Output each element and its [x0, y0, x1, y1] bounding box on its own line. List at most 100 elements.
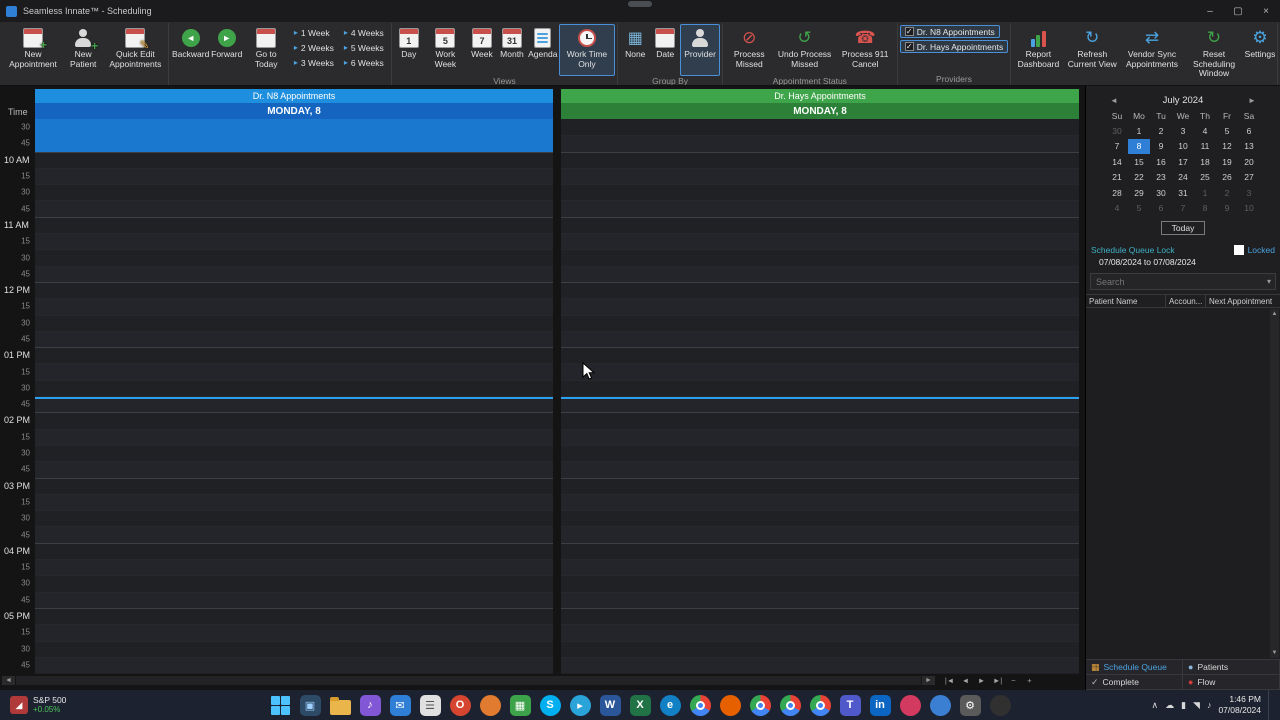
time-slot[interactable] — [561, 298, 1079, 315]
mini-cal-day[interactable]: 11 — [1194, 139, 1216, 155]
locked-checkbox[interactable] — [1233, 245, 1244, 255]
patient-list-scrollbar[interactable]: ▲ ▼ — [1270, 309, 1279, 658]
mini-cal-day[interactable]: 15 — [1128, 154, 1150, 170]
time-slot[interactable] — [35, 510, 553, 526]
time-slot[interactable] — [35, 624, 553, 641]
mini-cal-day[interactable]: 3 — [1238, 185, 1260, 201]
patient-table-col-2[interactable]: Next Appointment — [1206, 295, 1280, 307]
time-slot[interactable] — [35, 542, 553, 559]
time-slot[interactable] — [35, 607, 553, 624]
time-slot[interactable] — [35, 379, 553, 396]
mini-cal-day[interactable]: 13 — [1238, 139, 1260, 155]
one-week-button[interactable]: ▸ 1 Week — [291, 25, 337, 40]
zoom-out-button[interactable]: − — [1007, 676, 1020, 686]
mini-cal-day[interactable]: 27 — [1238, 170, 1260, 186]
time-slot[interactable] — [35, 330, 553, 348]
view-month-button[interactable]: 31 Month — [497, 24, 527, 76]
mini-cal-day[interactable]: 4 — [1194, 123, 1216, 139]
five-weeks-button[interactable]: ▸ 5 Weeks — [341, 40, 387, 55]
mini-cal-day[interactable]: 4 — [1106, 201, 1128, 217]
time-slot[interactable] — [35, 412, 553, 428]
mini-cal-day[interactable]: 8 — [1194, 201, 1216, 217]
time-slot[interactable] — [35, 477, 553, 494]
tab-flow[interactable]: ● Flow — [1183, 675, 1280, 690]
notepad-app[interactable]: ☰ — [418, 693, 442, 717]
mini-cal-day[interactable]: 28 — [1106, 185, 1128, 201]
two-weeks-button[interactable]: ▸ 2 Weeks — [291, 40, 337, 55]
prev-month-button[interactable]: ◄ — [1106, 96, 1122, 105]
mini-cal-day[interactable]: 21 — [1106, 170, 1128, 186]
time-slot[interactable] — [35, 298, 553, 315]
provider-n8-checkbox[interactable]: ✓ Dr. N8 Appointments — [899, 25, 1000, 38]
process-911-cancel-button[interactable]: ☎ Process 911 Cancel — [836, 24, 895, 76]
time-slot[interactable] — [561, 249, 1079, 265]
mini-cal-day[interactable]: 2 — [1216, 185, 1238, 201]
app-blue[interactable] — [928, 693, 952, 717]
mini-cal-day[interactable]: 10 — [1172, 139, 1194, 155]
chrome-browser[interactable] — [688, 693, 712, 717]
stock-widget[interactable]: ◢ S&P 500 +0.05% — [0, 690, 76, 720]
chrome-dev-browser[interactable] — [778, 693, 802, 717]
col-body-dr-n8[interactable] — [35, 119, 553, 674]
mini-cal-day[interactable]: 16 — [1150, 154, 1172, 170]
report-dashboard-button[interactable]: Report Dashboard — [1013, 24, 1063, 76]
mini-cal-selected-day[interactable]: 8 — [1128, 138, 1150, 154]
mini-cal-day[interactable]: 3 — [1172, 123, 1194, 139]
settings-app[interactable]: ⚙ — [958, 693, 982, 717]
next-month-button[interactable]: ► — [1244, 96, 1260, 105]
view-week-button[interactable]: 7 Week — [467, 24, 497, 76]
time-slot[interactable] — [561, 640, 1079, 657]
view-day-button[interactable]: 1 Day — [394, 24, 424, 76]
skype-app[interactable]: S — [538, 693, 562, 717]
mini-cal-day[interactable]: 29 — [1128, 185, 1150, 201]
mini-cal-day[interactable]: 6 — [1238, 123, 1260, 139]
forward-button[interactable]: ► Forward — [210, 24, 244, 76]
time-slot[interactable] — [561, 477, 1079, 494]
telegram-app[interactable]: ▸ — [568, 693, 592, 717]
time-slot[interactable] — [35, 444, 553, 461]
scroll-down-arrow[interactable]: ▼ — [1272, 649, 1278, 657]
scroll-left-arrow[interactable]: ◄ — [2, 676, 15, 685]
time-slot[interactable] — [561, 135, 1079, 152]
start-button[interactable] — [268, 693, 292, 717]
mini-cal-day[interactable]: 9 — [1150, 139, 1172, 155]
group-none-button[interactable]: ▦ None — [620, 24, 650, 76]
time-slot[interactable] — [561, 575, 1079, 591]
col-body-dr-hays[interactable] — [561, 119, 1079, 674]
view-agenda-button[interactable]: Agenda — [527, 24, 559, 76]
zoom-in-button[interactable]: + — [1023, 676, 1036, 686]
time-slot[interactable] — [35, 640, 553, 657]
time-slot[interactable] — [35, 656, 553, 674]
tab-patients[interactable]: ● Patients — [1183, 660, 1280, 675]
time-slot[interactable] — [561, 379, 1079, 396]
time-slot[interactable] — [561, 184, 1079, 200]
mini-cal-day[interactable]: 9 — [1216, 201, 1238, 217]
undo-process-missed-button[interactable]: ↺ Undo Process Missed — [774, 24, 836, 76]
process-missed-button[interactable]: ⊘ Process Missed — [725, 24, 774, 76]
time-slot[interactable] — [35, 151, 553, 168]
calendar-app[interactable]: ▦ — [508, 693, 532, 717]
time-slot[interactable] — [561, 233, 1079, 250]
scroll-up-arrow[interactable]: ▲ — [1272, 310, 1278, 318]
show-desktop-button[interactable] — [1268, 690, 1272, 720]
patient-table-col-1[interactable]: Accoun... — [1166, 295, 1206, 307]
edge-browser[interactable]: e — [658, 693, 682, 717]
time-slot[interactable] — [561, 428, 1079, 445]
time-slot[interactable] — [561, 510, 1079, 526]
refresh-current-view-button[interactable]: ↻ Refresh Current View — [1064, 24, 1121, 76]
mini-cal-day[interactable]: 1 — [1128, 123, 1150, 139]
time-slot[interactable] — [561, 167, 1079, 185]
scroll-track[interactable] — [16, 676, 921, 685]
firefox-browser[interactable] — [718, 693, 742, 717]
time-slot[interactable] — [561, 444, 1079, 461]
app-orange[interactable] — [478, 693, 502, 717]
vendor-sync-appointments-button[interactable]: ⇄ Vendor Sync Appointments — [1121, 24, 1183, 76]
teams-app[interactable]: T — [838, 693, 862, 717]
browser-opera[interactable]: O — [448, 693, 472, 717]
mini-cal-day[interactable]: 24 — [1172, 170, 1194, 186]
maximize-button[interactable]: ▢ — [1224, 0, 1252, 22]
mini-cal-day[interactable]: 17 — [1172, 154, 1194, 170]
backward-button[interactable]: ◄ Backward — [171, 24, 210, 76]
col-header-dr-n8[interactable]: Dr. N8 Appointments — [35, 89, 553, 103]
search-dropdown-caret[interactable]: ▾ — [1267, 277, 1271, 286]
